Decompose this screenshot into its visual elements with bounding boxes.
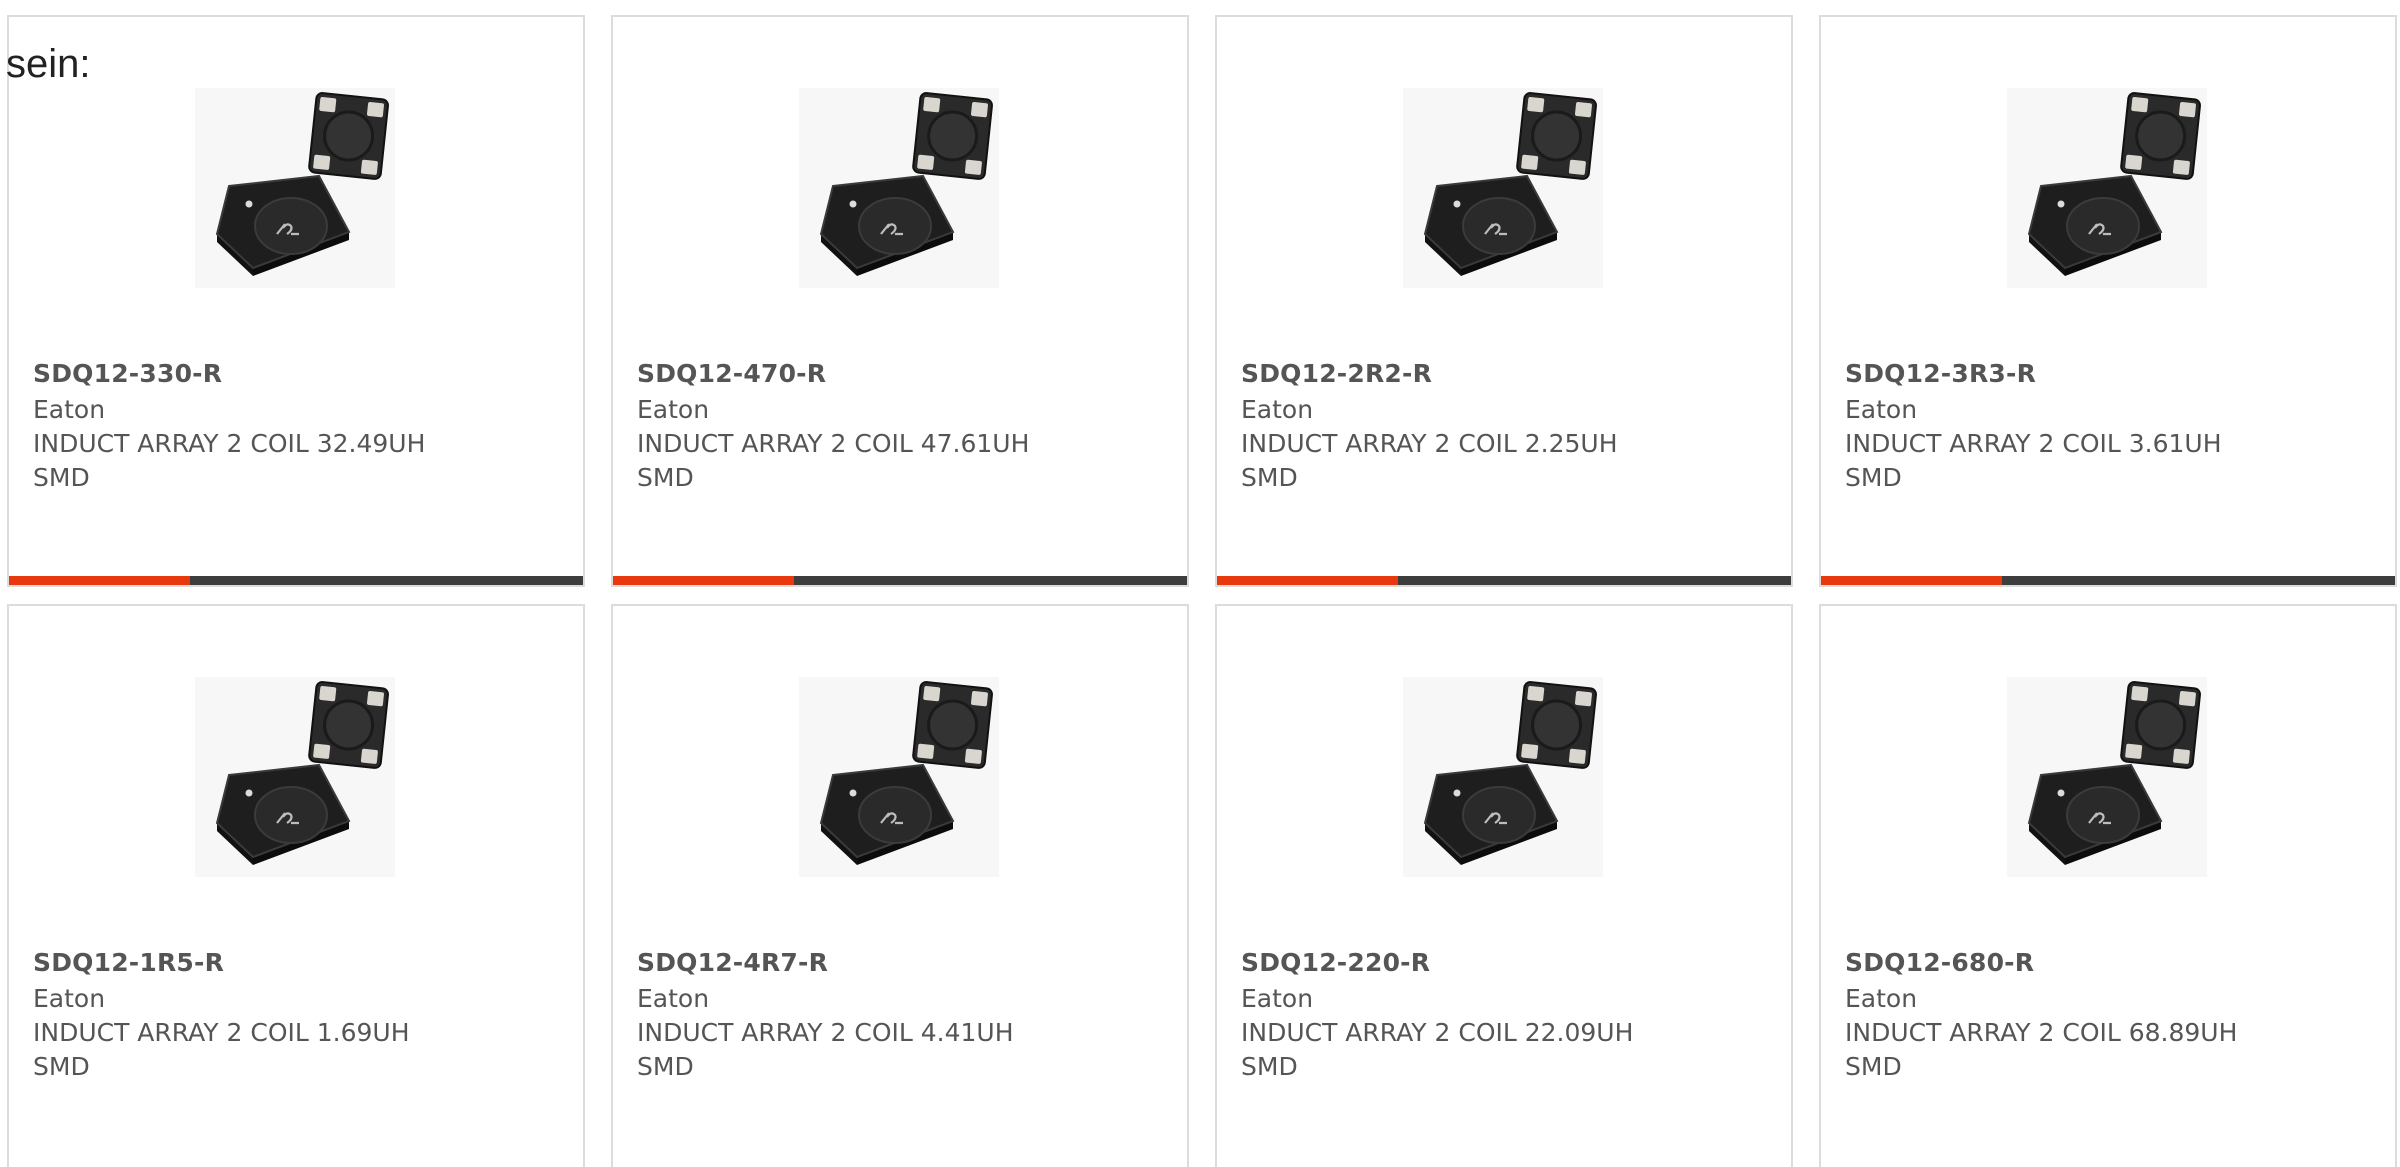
product-card[interactable]: SDQ12-4R7-R Eaton INDUCT ARRAY 2 COIL 4.… [611,604,1189,1167]
part-number[interactable]: SDQ12-470-R [637,359,826,388]
part-number[interactable]: SDQ12-680-R [1845,948,2034,977]
package-type: SMD [637,463,694,492]
product-card[interactable]: SDQ12-680-R Eaton INDUCT ARRAY 2 COIL 68… [1819,604,2397,1167]
part-number[interactable]: SDQ12-220-R [1241,948,1430,977]
package-type: SMD [33,463,90,492]
manufacturer: Eaton [637,395,710,424]
product-image[interactable] [799,677,999,877]
package-type: SMD [1845,463,1902,492]
progress-bar [9,576,583,585]
progress-bar-fill [1217,576,1398,585]
progress-bar [613,576,1187,585]
description: INDUCT ARRAY 2 COIL 22.09UH [1241,1018,1634,1047]
part-number[interactable]: SDQ12-3R3-R [1845,359,2036,388]
manufacturer: Eaton [1241,395,1314,424]
part-number[interactable]: SDQ12-330-R [33,359,222,388]
manufacturer: Eaton [1241,984,1314,1013]
package-type: SMD [1241,463,1298,492]
manufacturer: Eaton [1845,984,1918,1013]
product-image[interactable] [2007,88,2207,288]
description: INDUCT ARRAY 2 COIL 68.89UH [1845,1018,2238,1047]
part-number[interactable]: SDQ12-2R2-R [1241,359,1432,388]
manufacturer: Eaton [637,984,710,1013]
intro-text: sein: [6,42,91,86]
product-card[interactable]: SDQ12-2R2-R Eaton INDUCT ARRAY 2 COIL 2.… [1215,15,1793,587]
description: INDUCT ARRAY 2 COIL 1.69UH [33,1018,410,1047]
manufacturer: Eaton [33,395,106,424]
part-number[interactable]: SDQ12-1R5-R [33,948,224,977]
product-image[interactable] [799,88,999,288]
manufacturer: Eaton [33,984,106,1013]
progress-bar [1821,576,2395,585]
product-card[interactable]: SDQ12-220-R Eaton INDUCT ARRAY 2 COIL 22… [1215,604,1793,1167]
progress-bar-fill [613,576,794,585]
part-number[interactable]: SDQ12-4R7-R [637,948,828,977]
package-type: SMD [1845,1052,1902,1081]
progress-bar [1217,576,1791,585]
product-card[interactable]: SDQ12-1R5-R Eaton INDUCT ARRAY 2 COIL 1.… [7,604,585,1167]
description: INDUCT ARRAY 2 COIL 47.61UH [637,429,1030,458]
product-card[interactable]: SDQ12-3R3-R Eaton INDUCT ARRAY 2 COIL 3.… [1819,15,2397,587]
product-image[interactable] [195,88,395,288]
product-card[interactable]: SDQ12-330-R Eaton INDUCT ARRAY 2 COIL 32… [7,15,585,587]
product-image[interactable] [1403,88,1603,288]
description: INDUCT ARRAY 2 COIL 32.49UH [33,429,426,458]
product-card[interactable]: SDQ12-470-R Eaton INDUCT ARRAY 2 COIL 47… [611,15,1189,587]
product-grid-page: sein: SDQ12-330-R Eaton INDUCT ARRAY 2 C… [0,0,2400,1167]
progress-bar-fill [9,576,190,585]
description: INDUCT ARRAY 2 COIL 2.25UH [1241,429,1618,458]
description: INDUCT ARRAY 2 COIL 4.41UH [637,1018,1014,1047]
manufacturer: Eaton [1845,395,1918,424]
product-image[interactable] [1403,677,1603,877]
progress-bar-fill [1821,576,2002,585]
product-image[interactable] [2007,677,2207,877]
package-type: SMD [1241,1052,1298,1081]
package-type: SMD [637,1052,694,1081]
package-type: SMD [33,1052,90,1081]
product-image[interactable] [195,677,395,877]
description: INDUCT ARRAY 2 COIL 3.61UH [1845,429,2222,458]
